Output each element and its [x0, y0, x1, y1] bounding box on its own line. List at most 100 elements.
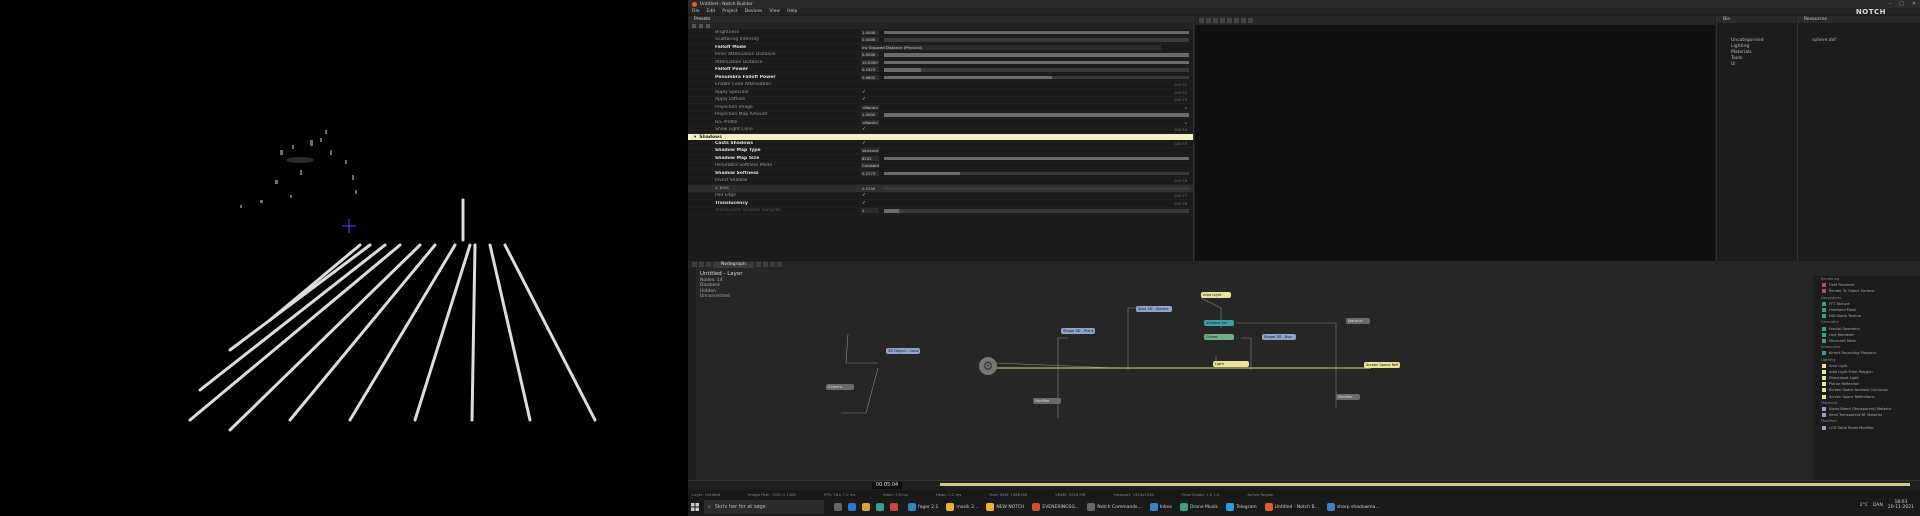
explorer-icon[interactable]: [862, 503, 870, 511]
store-icon[interactable]: [876, 503, 884, 511]
palette-item[interactable]: Kinect Recording Playback: [1813, 350, 1920, 356]
node[interactable]: Cloner: [1204, 334, 1234, 340]
close-icon[interactable]: ✕: [1912, 1, 1916, 7]
timecode[interactable]: 00:05:04: [872, 482, 902, 489]
nodegraph-canvas[interactable]: Untitled - Layer Nodes: 14 Disabled Hidd…: [696, 268, 1813, 480]
palette-item[interactable]: NDI Alpha Texture: [1813, 313, 1920, 319]
property-value[interactable]: 1: [861, 208, 879, 214]
palette-item[interactable]: Screen Space Reflections: [1813, 394, 1920, 400]
menu-file[interactable]: File: [692, 9, 700, 14]
minimize-icon[interactable]: –: [1889, 1, 1892, 7]
taskbar-app[interactable]: mosik 2...: [942, 500, 982, 514]
property-row[interactable]: Falloff Mode Inv Squared Distance (Physic…: [688, 44, 1193, 52]
timeline[interactable]: 00:05:04: [688, 480, 1920, 490]
presets-label[interactable]: Presets: [694, 17, 710, 22]
property-row[interactable]: IES Profile <None> ▸: [688, 119, 1193, 127]
taskbar-app[interactable]: Untitled - Notch B...: [1261, 500, 1323, 514]
property-value[interactable]: 0.0100: [861, 185, 879, 191]
node[interactable]: 3D Object - Cone: [886, 348, 920, 354]
render-output-viewport[interactable]: [0, 0, 688, 516]
property-value[interactable]: Constant: [861, 163, 879, 169]
property-row[interactable]: Attenuation Distance 10.0000: [688, 59, 1193, 67]
palette-item[interactable]: LOD Table Reset Modifier: [1813, 425, 1920, 431]
home-icon[interactable]: [706, 262, 711, 267]
settings-icon[interactable]: [699, 24, 703, 28]
taskbar-app[interactable]: Inbox: [1146, 500, 1176, 514]
node[interactable]: Modifier: [1033, 398, 1061, 404]
property-value[interactable]: 0.1923: [861, 67, 879, 73]
property-row[interactable]: Pad Edge ✓ Ctrl F7: [688, 193, 1193, 200]
weather[interactable]: 2°C: [1860, 503, 1868, 508]
property-row[interactable]: Apply Diffuse ✓ Ctrl F3: [688, 97, 1193, 104]
property-row[interactable]: Brightness 1.0000: [688, 29, 1193, 37]
taskbar-search[interactable]: ⌕ Skriv her for at søge: [704, 500, 824, 514]
tab-nodegraph[interactable]: Nodegraph: [713, 261, 754, 268]
taskbar-app[interactable]: Drone Musik: [1176, 500, 1222, 514]
property-value[interactable]: Variance Soft: [861, 148, 879, 154]
property-value[interactable]: 0.9602: [861, 74, 879, 80]
node[interactable]: Material: [1346, 318, 1370, 324]
taskbar-app[interactable]: fager 2.1: [904, 500, 942, 514]
zoom-icon[interactable]: [776, 262, 782, 267]
palette-item[interactable]: Semi Transparent BF Material: [1813, 412, 1920, 418]
menu-help[interactable]: Help: [787, 9, 797, 14]
rotate-icon[interactable]: [1206, 18, 1211, 23]
taskbar-app[interactable]: sharp shadowma...: [1323, 500, 1384, 514]
property-value[interactable]: Inv Squared Distance (Physical): [861, 44, 1161, 50]
language-indicator[interactable]: DAN: [1873, 503, 1883, 508]
node[interactable]: Modifier: [1336, 394, 1360, 400]
resource-item[interactable]: sphere.dxf: [1798, 37, 1920, 43]
align-icon[interactable]: [769, 262, 775, 267]
property-slider[interactable]: [884, 171, 1189, 175]
property-row[interactable]: Scattering Intensity 0.0000: [688, 37, 1193, 44]
timeline-track[interactable]: [940, 483, 1910, 486]
property-value[interactable]: 0.0000: [861, 37, 879, 43]
bin-item[interactable]: Ui: [1717, 61, 1796, 67]
property-slider[interactable]: [884, 53, 1189, 57]
menu-project[interactable]: Project: [722, 9, 737, 14]
property-slider[interactable]: [884, 113, 1189, 117]
palette-search-bar[interactable]: [1813, 268, 1920, 276]
property-value[interactable]: 0.2773: [861, 170, 879, 176]
property-checkbox[interactable]: ✓: [862, 97, 866, 102]
property-value[interactable]: 0.0000: [861, 52, 879, 58]
node[interactable]: Screen Space Refl: [1364, 362, 1400, 368]
property-checkbox[interactable]: ✓: [862, 193, 866, 198]
move-icon[interactable]: [1199, 18, 1204, 23]
property-row[interactable]: Shadow Map Type Variance Soft: [688, 148, 1193, 155]
property-checkbox[interactable]: ✓: [862, 141, 866, 146]
palette-item[interactable]: Render To Object Surface: [1813, 288, 1920, 294]
property-checkbox[interactable]: ✓: [862, 127, 866, 132]
property-checkbox[interactable]: ✓: [862, 90, 866, 95]
property-row[interactable]: Enable Cone Attenuation Ctrl F1: [688, 82, 1193, 89]
property-row[interactable]: Shadow Map Size 8192: [688, 155, 1193, 163]
property-value[interactable]: 8192: [861, 155, 879, 161]
add-node-icon[interactable]: [755, 262, 761, 267]
property-slider[interactable]: [884, 38, 1189, 42]
property-value[interactable]: <None>: [861, 104, 879, 110]
start-button[interactable]: [688, 498, 702, 516]
undo-icon[interactable]: [692, 262, 697, 267]
light-icon[interactable]: [1241, 18, 1246, 23]
palette-item[interactable]: Minecraft Mesh: [1813, 338, 1920, 344]
redo-icon[interactable]: [699, 262, 704, 267]
filter-icon[interactable]: [692, 24, 696, 28]
property-row[interactable]: Casts Shadows ✓ Ctrl F5: [688, 140, 1193, 148]
menu-devices[interactable]: Devices: [745, 9, 763, 14]
task-view-icon[interactable]: [834, 503, 842, 511]
taskbar-app[interactable]: Telegram: [1222, 500, 1261, 514]
snap-icon[interactable]: [1234, 18, 1239, 23]
property-row[interactable]: Translucency ✓ Ctrl F8: [688, 200, 1193, 208]
property-slider[interactable]: [884, 186, 1189, 190]
property-row[interactable]: Show Light Cone ✓ Ctrl F4: [688, 127, 1193, 134]
clock[interactable]: 18:03 20-11-2021: [1888, 500, 1914, 510]
property-value[interactable]: 1.0000: [861, 29, 879, 35]
property-row[interactable]: Shadow Softness 0.2773: [688, 170, 1193, 178]
gear-icon[interactable]: ⚙: [979, 357, 997, 375]
node[interactable]: Area Light: [1201, 292, 1231, 298]
property-slider[interactable]: [884, 60, 1189, 64]
property-value[interactable]: <None>: [861, 119, 879, 125]
property-row[interactable]: Falloff Power 0.1923: [688, 67, 1193, 74]
property-slider[interactable]: [884, 75, 1189, 79]
node[interactable]: Camera: [826, 384, 854, 390]
